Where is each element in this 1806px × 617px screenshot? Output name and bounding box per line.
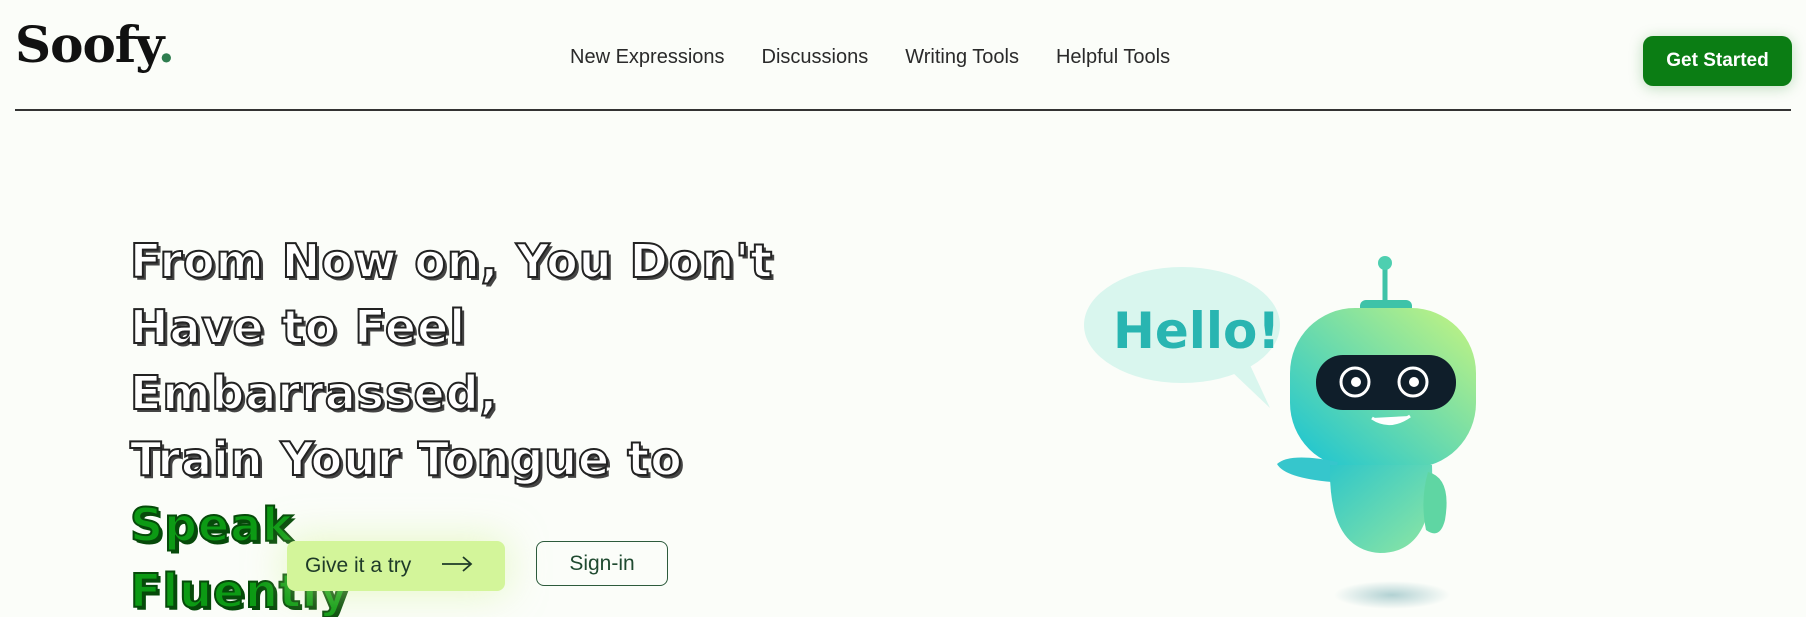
brand-dot: . [157, 15, 175, 74]
robot-illustration: Hello! [1080, 250, 1490, 617]
nav-item-writing-tools[interactable]: Writing Tools [905, 46, 1019, 69]
landing-page: Soofy. New Expressions Discussions Writi… [0, 0, 1806, 617]
headline-line-2: Have to Feel Embarrassed, [129, 299, 499, 421]
brand-name: Soofy [15, 15, 159, 74]
try-button-label: Give it a try [305, 554, 412, 577]
nav-item-helpful-tools[interactable]: Helpful Tools [1056, 46, 1170, 69]
brand-logo[interactable]: Soofy. [15, 10, 175, 80]
main-nav: New Expressions Discussions Writing Tool… [570, 46, 1170, 69]
nav-item-discussions[interactable]: Discussions [762, 46, 869, 69]
headline-line-1: From Now on, You Don't [129, 233, 774, 289]
get-started-button[interactable]: Get Started [1643, 36, 1792, 86]
sign-in-button[interactable]: Sign-in [536, 541, 668, 586]
header-divider [15, 109, 1791, 111]
headline-line-3: Train Your Tongue to [129, 431, 683, 487]
nav-item-new-expressions[interactable]: New Expressions [570, 46, 725, 69]
give-it-a-try-button[interactable]: Give it a try [287, 541, 505, 591]
arrow-right-icon [441, 554, 473, 578]
bubble-hello-text: Hello! [1113, 302, 1280, 360]
headline-highlight-speak: Speak [129, 497, 294, 553]
speech-bubble: Hello! [1084, 267, 1280, 408]
